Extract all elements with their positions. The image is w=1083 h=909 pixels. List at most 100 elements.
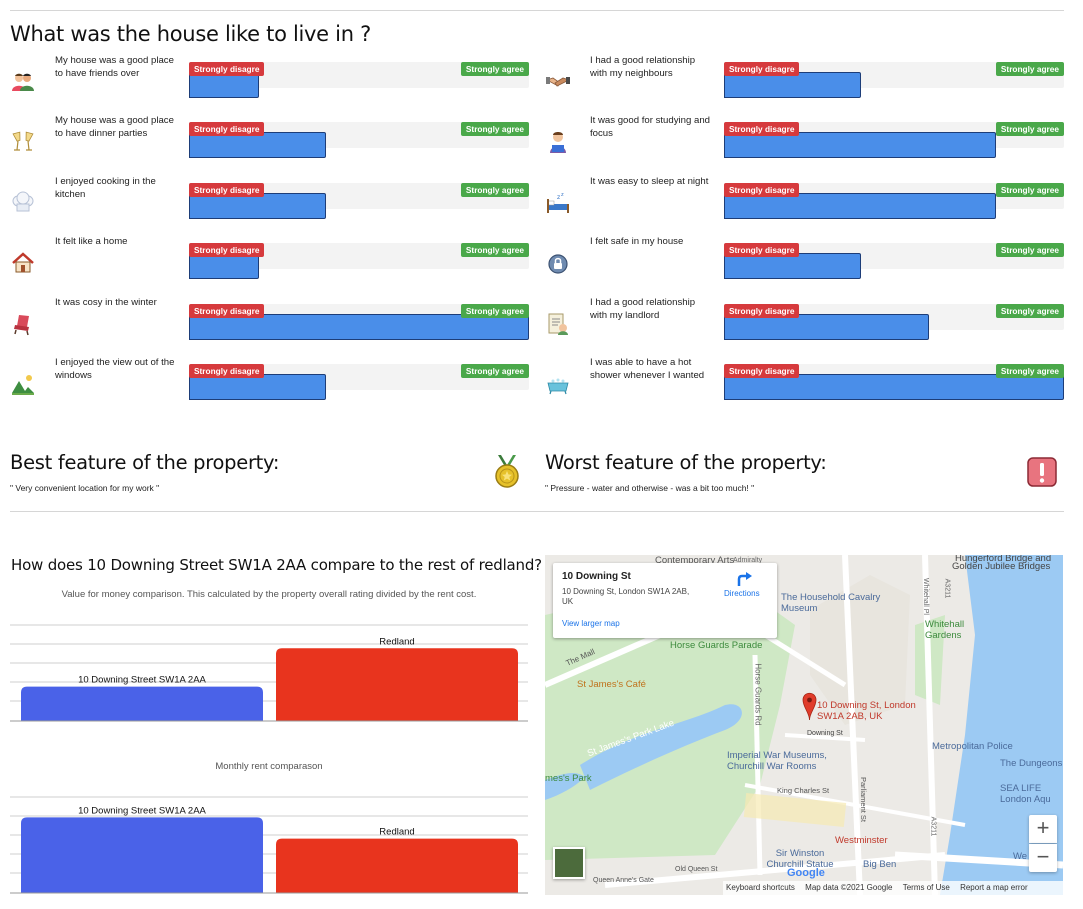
strongly-agree-badge: Strongly agree bbox=[995, 62, 1064, 76]
map-label: The Dungeons bbox=[1000, 758, 1063, 769]
strongly-agree-badge: Strongly agree bbox=[995, 243, 1064, 257]
medal-icon bbox=[495, 455, 519, 488]
map-data-text: Map data ©2021 Google bbox=[805, 883, 893, 892]
google-logo: Google bbox=[787, 867, 825, 879]
map-label: SEA LIFE London Aqu bbox=[1000, 783, 1051, 805]
strongly-agree-badge: Strongly agree bbox=[460, 183, 529, 197]
rating-bar-track: Strongly disagre Strongly agree bbox=[724, 183, 1064, 219]
map-label: Metropolitan Police bbox=[932, 741, 1013, 752]
strongly-disagree-badge: Strongly disagre bbox=[189, 243, 265, 257]
cheers-glasses-icon bbox=[11, 130, 35, 156]
comparison-title: How does 10 Downing Street SW1A 2AA comp… bbox=[11, 556, 542, 574]
map-label: Imperial War Museums, Churchill War Room… bbox=[727, 750, 827, 772]
strongly-disagree-badge: Strongly disagre bbox=[724, 243, 800, 257]
chart-bar bbox=[276, 648, 518, 721]
chart-bar bbox=[21, 817, 263, 893]
rating-row: My house was a good place to have friend… bbox=[11, 54, 531, 102]
map-label: We bbox=[1013, 851, 1028, 862]
zoom-out-button[interactable]: − bbox=[1029, 844, 1057, 872]
strongly-disagree-badge: Strongly disagre bbox=[724, 122, 800, 136]
strongly-disagree-badge: Strongly disagre bbox=[189, 364, 265, 378]
strongly-agree-badge: Strongly agree bbox=[995, 304, 1064, 318]
map-label: The Household Cavalry Museum bbox=[781, 592, 881, 614]
landscape-icon bbox=[11, 372, 35, 398]
map-label: Whitehall Gardens bbox=[925, 619, 965, 641]
svg-text:z: z bbox=[557, 194, 560, 201]
directions-link[interactable]: Directions bbox=[724, 589, 760, 598]
directions-icon[interactable] bbox=[736, 572, 754, 588]
rating-label: It felt like a home bbox=[55, 236, 128, 247]
rating-bar-track: Strongly disagre Strongly agree bbox=[724, 243, 1064, 279]
rating-row: It was good for studying and focus Strong… bbox=[546, 114, 1066, 162]
report-error-link[interactable]: Report a map error bbox=[960, 883, 1028, 892]
rating-label: I enjoyed cooking in the kitchen bbox=[55, 176, 156, 200]
view-larger-map-link[interactable]: View larger map bbox=[562, 619, 620, 628]
strongly-agree-badge: Strongly agree bbox=[460, 62, 529, 76]
map-label: Westminster bbox=[835, 835, 888, 846]
rating-bar-track: Strongly disagre Strongly agree bbox=[189, 62, 529, 98]
rating-row: It felt like a home Strongly disagre Stron… bbox=[11, 235, 531, 283]
rating-bar-track: Strongly disagre Strongly agree bbox=[189, 304, 529, 340]
rating-row: I had a good relationship with my neighb… bbox=[546, 54, 1066, 102]
terms-link[interactable]: Terms of Use bbox=[903, 883, 950, 892]
map-embed[interactable]: Contemporary Arts Admiralty Hungerford B… bbox=[545, 555, 1063, 895]
rating-bar-track: Strongly disagre Strongly agree bbox=[189, 183, 529, 219]
strongly-disagree-badge: Strongly disagre bbox=[189, 183, 265, 197]
armchair-icon bbox=[11, 312, 35, 338]
rating-bar-track: Strongly disagre Strongly agree bbox=[724, 364, 1064, 400]
map-label: Golden Jubilee Bridges bbox=[952, 561, 1051, 572]
satellite-toggle[interactable] bbox=[553, 847, 585, 879]
map-label: Big Ben bbox=[863, 859, 897, 870]
rating-label: I was able to have a hot shower whenever… bbox=[590, 357, 705, 381]
rating-row: I had a good relationship with my landlo… bbox=[546, 296, 1066, 344]
rating-row: I felt safe in my house Strongly disagre S… bbox=[546, 235, 1066, 283]
rating-row: I enjoyed the view out of the windows Str… bbox=[11, 356, 531, 404]
map-label: Horse Guards Parade bbox=[670, 640, 763, 651]
strongly-agree-badge: Strongly agree bbox=[460, 364, 529, 378]
map-label: Old Queen St bbox=[675, 866, 718, 873]
rating-label: My house was a good place to have dinner… bbox=[55, 115, 174, 139]
rating-label: I enjoyed the view out of the windows bbox=[55, 357, 175, 381]
map-label: Horse Guards Rd bbox=[753, 663, 763, 726]
rating-bar-track: Strongly disagre Strongly agree bbox=[724, 122, 1064, 158]
chart-bar-label: 10 Downing Street SW1A 2AA bbox=[78, 805, 206, 816]
rating-row: z z It was easy to sleep at night Strongly … bbox=[546, 175, 1066, 223]
rating-label: It was cosy in the winter bbox=[55, 297, 157, 308]
rent-chart: 10 Downing Street SW1A 2AA Redland bbox=[10, 796, 528, 894]
svg-text:z: z bbox=[561, 192, 564, 198]
map-label: King Charles St bbox=[777, 786, 830, 795]
map-label: A3211 bbox=[943, 578, 951, 599]
rating-row: I enjoyed cooking in the kitchen Strongly… bbox=[11, 175, 531, 223]
rating-label: My house was a good place to have friend… bbox=[55, 55, 174, 79]
section-title: What was the house like to live in ? bbox=[10, 22, 371, 46]
rating-label: I had a good relationship with my neighb… bbox=[590, 55, 696, 79]
chart-bar bbox=[21, 686, 263, 721]
rating-row: My house was a good place to have dinner… bbox=[11, 114, 531, 162]
rating-row: I was able to have a hot shower whenever… bbox=[546, 356, 1066, 404]
friends-icon bbox=[11, 70, 35, 96]
landlord-document-icon bbox=[546, 312, 570, 338]
section-divider bbox=[10, 511, 1064, 512]
map-pin-label: 10 Downing St, London SW1A 2AB, UK bbox=[817, 700, 916, 722]
house-icon bbox=[11, 251, 35, 277]
rent-note: Monthly rent comparason bbox=[215, 761, 323, 772]
rating-label: I felt safe in my house bbox=[590, 236, 684, 247]
map-label: Parliament St bbox=[859, 776, 869, 823]
map-label: mes's Park bbox=[545, 773, 592, 784]
rating-bar-track: Strongly disagre Strongly agree bbox=[724, 304, 1064, 340]
strongly-disagree-badge: Strongly disagre bbox=[189, 304, 265, 318]
value-chart: 10 Downing Street SW1A 2AA Redland bbox=[10, 624, 528, 722]
rating-label: I had a good relationship with my landlo… bbox=[590, 297, 696, 321]
zoom-in-button[interactable]: + bbox=[1029, 815, 1057, 843]
worst-feature-title: Worst feature of the property: bbox=[545, 451, 827, 474]
keyboard-shortcuts-link[interactable]: Keyboard shortcuts bbox=[726, 883, 795, 892]
strongly-agree-badge: Strongly agree bbox=[460, 304, 529, 318]
strongly-agree-badge: Strongly agree bbox=[995, 183, 1064, 197]
strongly-agree-badge: Strongly agree bbox=[460, 122, 529, 136]
map-label: Queen Anne's Gate bbox=[593, 877, 654, 884]
best-feature-title: Best feature of the property: bbox=[10, 451, 280, 474]
strongly-agree-badge: Strongly agree bbox=[995, 364, 1064, 378]
rating-label: It was good for studying and focus bbox=[590, 115, 710, 139]
map-label: Downing St bbox=[807, 730, 843, 737]
value-note: Value for money comparison. This calcula… bbox=[61, 589, 477, 600]
